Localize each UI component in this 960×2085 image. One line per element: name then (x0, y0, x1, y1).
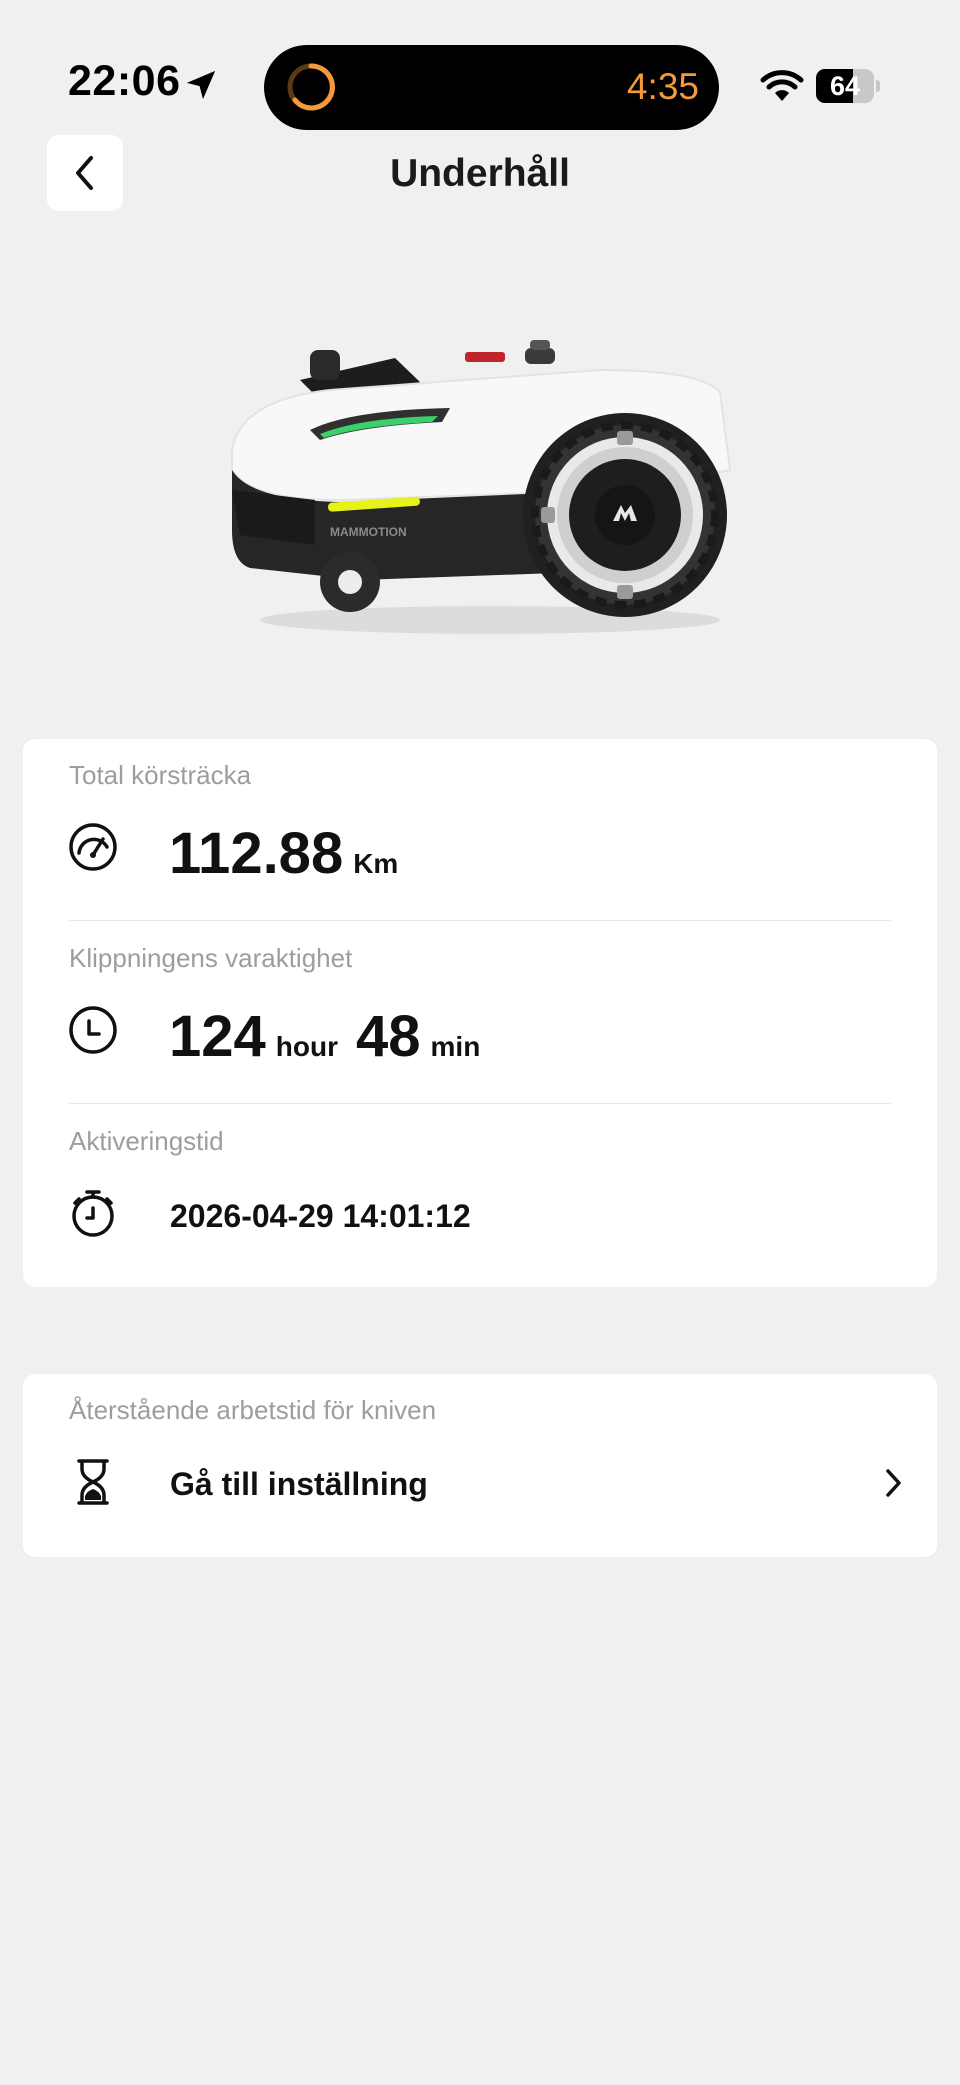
divider (69, 1103, 891, 1104)
activation-label: Aktiveringstid (69, 1126, 224, 1156)
chevron-right-icon[interactable] (883, 1466, 905, 1500)
mower-brand-mark: MAMMOTION (330, 525, 407, 539)
speedometer-icon (69, 823, 117, 871)
distance-unit: Km (353, 848, 399, 879)
activation-date: 2026-04-29 14:01:12 (170, 1198, 471, 1234)
duration-hours: 124 (169, 1004, 266, 1069)
status-bar: 22:06 4:35 64 (0, 0, 960, 130)
divider (69, 920, 891, 921)
duration-value: 124 hour 48 min (169, 1008, 480, 1066)
wifi-icon (760, 70, 804, 101)
battery-body: 64 (816, 69, 874, 103)
battery-indicator: 64 (816, 69, 880, 103)
battery-cap (876, 80, 880, 92)
distance-value: 112.88 Km (169, 825, 398, 883)
stats-card: Total körsträcka 112.88 Km Klippningens … (23, 739, 937, 1287)
page-title: Underhåll (390, 152, 570, 195)
duration-minutes-unit: min (430, 1031, 481, 1062)
duration-hours-unit: hour (275, 1031, 338, 1062)
dynamic-island[interactable]: 4:35 (264, 45, 719, 130)
distance-number: 112.88 (169, 821, 344, 886)
duration-minutes: 48 (356, 1004, 421, 1069)
duration-label: Klippningens varaktighet (69, 943, 353, 973)
distance-label: Total körsträcka (69, 760, 252, 790)
location-arrow-icon (186, 70, 216, 100)
battery-percent: 64 (829, 71, 861, 101)
clock-icon (69, 1006, 117, 1054)
timer-ring-icon (287, 63, 335, 111)
hourglass-icon (77, 1459, 109, 1505)
island-timer: 4:35 (626, 66, 699, 107)
stopwatch-icon (72, 1190, 114, 1237)
go-to-settings-link[interactable]: Gå till inställning (170, 1468, 428, 1500)
mower-image: MAMMOTION (231, 340, 732, 634)
blade-card[interactable]: Återstående arbetstid för kniven Gå till… (23, 1374, 937, 1557)
blade-remaining-label: Återstående arbetstid för kniven (69, 1395, 437, 1425)
status-time: 22:06 (68, 57, 181, 105)
